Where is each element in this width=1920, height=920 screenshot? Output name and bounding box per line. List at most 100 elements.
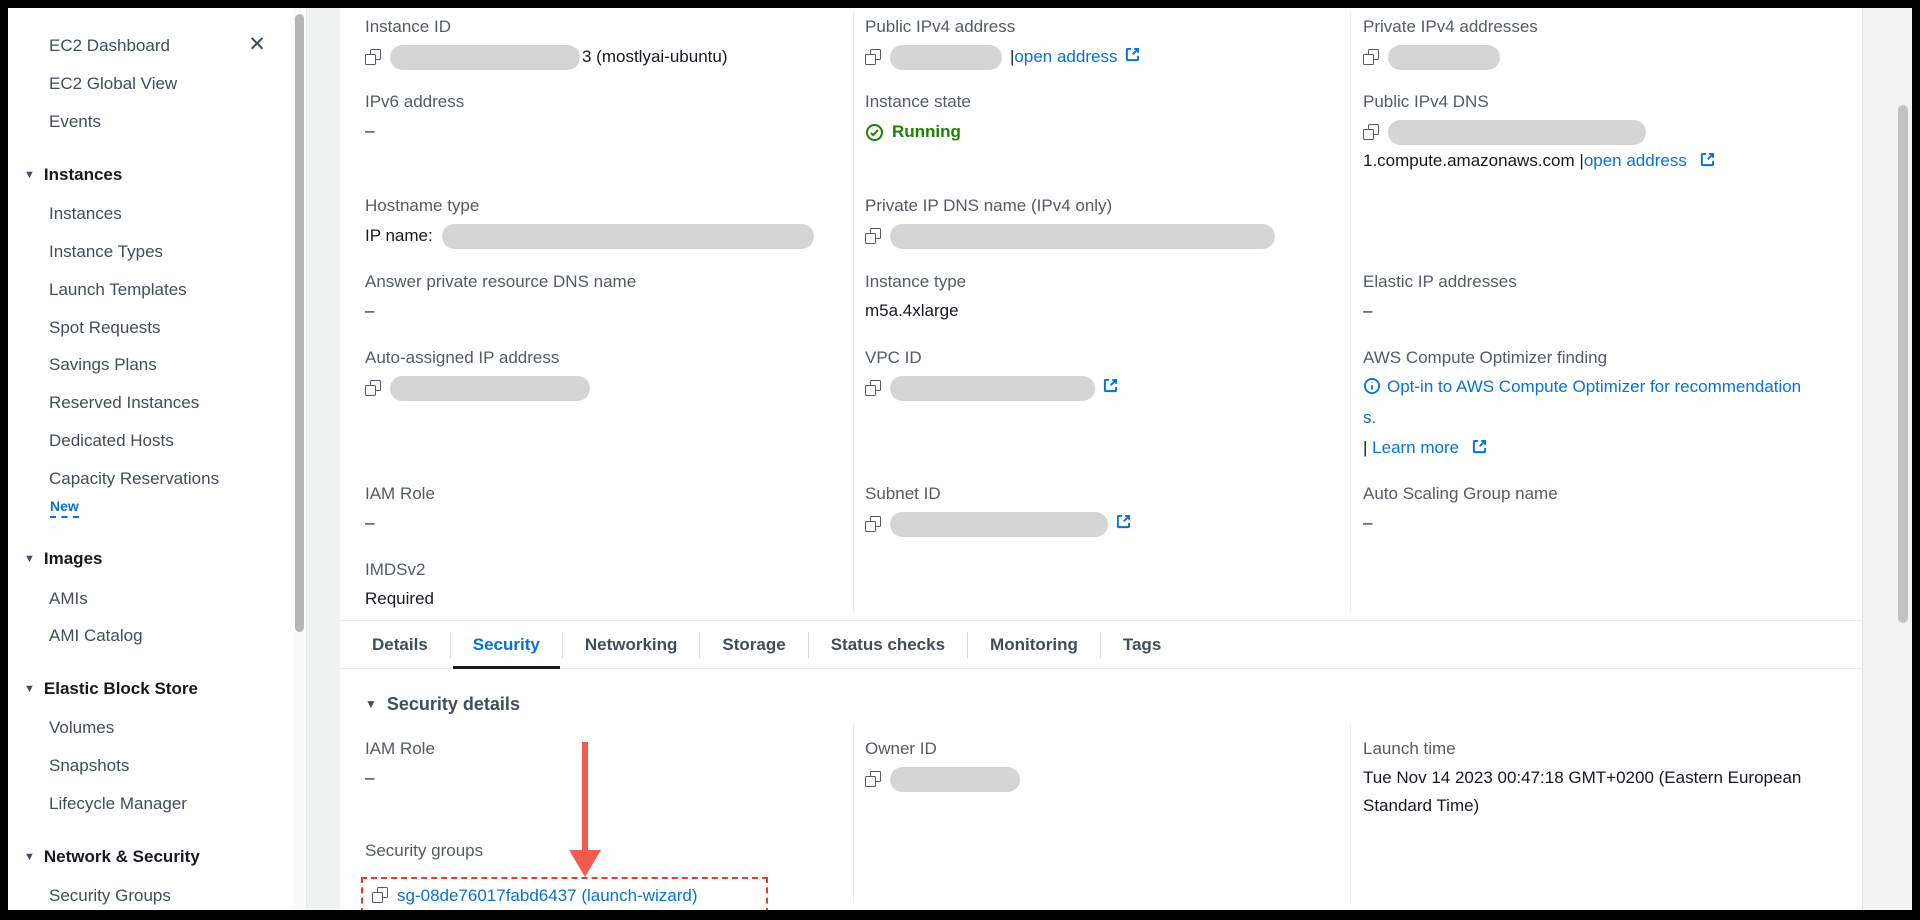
copy-icon[interactable]: [1363, 50, 1378, 65]
sidebar-scrollbar[interactable]: [293, 8, 306, 910]
instance-details-panel: Instance ID 3 (mostlyai-ubuntu) IPv6 add…: [340, 8, 1862, 910]
open-address-link[interactable]: open address: [1584, 151, 1687, 170]
redacted-value: [390, 45, 580, 70]
field-label: IAM Role: [365, 739, 435, 759]
sidebar-item-security-groups[interactable]: Security Groups: [49, 885, 171, 907]
optimizer-link-text[interactable]: Opt-in to AWS Compute Optimizer for reco…: [1387, 377, 1801, 396]
field-public-ipv4-dns: Public IPv4 DNS 1.compute.amazonaws.com …: [1363, 92, 1843, 177]
learn-more-link[interactable]: Learn more: [1372, 438, 1459, 457]
copy-icon[interactable]: [865, 229, 880, 244]
redacted-value: [890, 224, 1275, 249]
sidebar-scrollbar-thumb[interactable]: [295, 14, 304, 632]
sidebar-item-spot-requests[interactable]: Spot Requests: [49, 317, 161, 339]
sidebar-item-snapshots[interactable]: Snapshots: [49, 755, 129, 777]
sidebar-item-instance-types[interactable]: Instance Types: [49, 241, 163, 263]
redacted-value: [1388, 45, 1500, 70]
copy-icon[interactable]: [365, 50, 380, 65]
field-label: Private IPv4 addresses: [1363, 17, 1538, 37]
sidebar-item-launch-templates[interactable]: Launch Templates: [49, 279, 187, 301]
chevron-down-icon: ▼: [24, 164, 35, 186]
redacted-value: [890, 512, 1108, 537]
external-link-icon[interactable]: [1471, 436, 1488, 464]
external-link-icon[interactable]: [1124, 46, 1141, 68]
optimizer-optin-line2[interactable]: s.: [1363, 404, 1843, 432]
copy-icon[interactable]: [1363, 125, 1378, 140]
screenshot-frame: EC2 Dashboard ✕ EC2 Global View Events ▼…: [0, 0, 1920, 920]
field-value: –: [365, 301, 636, 321]
field-label: Instance type: [865, 272, 966, 292]
annotation-arrow-head: [569, 850, 601, 877]
page-scrollbar-thumb[interactable]: [1898, 105, 1908, 623]
instance-state-value: Running: [892, 122, 961, 142]
field-private-ip-dns-name: Private IP DNS name (IPv4 only): [865, 196, 1275, 249]
column-divider: [853, 723, 854, 903]
new-badge[interactable]: New: [50, 498, 79, 518]
annotation-arrow-line: [582, 742, 588, 852]
tab-status-checks[interactable]: Status checks: [809, 621, 967, 668]
copy-icon[interactable]: [365, 381, 380, 396]
sidebar-item-capacity-reservations[interactable]: Capacity Reservations: [49, 468, 219, 490]
sidebar-item-ec2-global-view[interactable]: EC2 Global View: [49, 73, 177, 95]
field-auto-scaling-group-name: Auto Scaling Group name –: [1363, 484, 1558, 533]
sidebar-item-amis[interactable]: AMIs: [49, 588, 88, 610]
field-label: Security groups: [365, 841, 483, 861]
sidebar-section-network-security[interactable]: ▼Network & Security: [24, 846, 200, 868]
security-details-title: Security details: [387, 694, 520, 714]
sidebar-item-volumes[interactable]: Volumes: [49, 717, 114, 739]
sidebar-item-savings-plans[interactable]: Savings Plans: [49, 354, 157, 376]
tab-networking[interactable]: Networking: [563, 621, 700, 668]
sidebar-item-ami-catalog[interactable]: AMI Catalog: [49, 625, 143, 647]
sidebar-section-label: Elastic Block Store: [44, 679, 198, 698]
sidebar-item-ec2-dashboard[interactable]: EC2 Dashboard: [49, 35, 170, 57]
sidebar-item-instances[interactable]: Instances: [49, 203, 122, 225]
console-viewport: EC2 Dashboard ✕ EC2 Global View Events ▼…: [8, 8, 1912, 910]
external-link-icon[interactable]: [1115, 513, 1132, 535]
field-label: IMDSv2: [365, 560, 434, 580]
sidebar-item-reserved-instances[interactable]: Reserved Instances: [49, 392, 199, 414]
copy-icon[interactable]: [372, 888, 387, 903]
sidebar-section-images[interactable]: ▼Images: [24, 548, 102, 570]
open-address-link[interactable]: open address: [1014, 47, 1117, 67]
sidebar-item-lifecycle-manager[interactable]: Lifecycle Manager: [49, 793, 187, 815]
field-label: AWS Compute Optimizer finding: [1363, 348, 1843, 368]
optimizer-link-text[interactable]: s.: [1363, 408, 1376, 427]
sidebar-item-dedicated-hosts[interactable]: Dedicated Hosts: [49, 430, 174, 452]
tab-monitoring[interactable]: Monitoring: [968, 621, 1100, 668]
copy-icon[interactable]: [865, 772, 880, 787]
sidebar-section-elastic-block-store[interactable]: ▼Elastic Block Store: [24, 678, 198, 700]
field-label: Auto Scaling Group name: [1363, 484, 1558, 504]
redacted-value: [390, 376, 590, 401]
copy-icon[interactable]: [865, 381, 880, 396]
tab-tags[interactable]: Tags: [1101, 621, 1183, 668]
field-value-prefix: IP name:: [365, 226, 433, 246]
close-icon[interactable]: ✕: [245, 33, 269, 57]
field-label: Public IPv4 DNS: [1363, 92, 1843, 112]
field-label: Hostname type: [365, 196, 814, 216]
field-imdsv2: IMDSv2 Required: [365, 560, 434, 613]
tab-details[interactable]: Details: [350, 621, 450, 668]
field-instance-id: Instance ID 3 (mostlyai-ubuntu): [365, 17, 728, 70]
page-scrollbar[interactable]: [1862, 8, 1912, 910]
sidebar-item-events[interactable]: Events: [49, 111, 101, 133]
field-label: Owner ID: [865, 739, 1020, 759]
external-link-icon[interactable]: [1102, 377, 1119, 399]
security-group-link[interactable]: sg-08de76017fabd6437 (launch-wizard): [397, 886, 698, 906]
chevron-down-icon: ▼: [24, 548, 35, 570]
external-link-icon[interactable]: [1699, 149, 1716, 177]
field-subnet-id: Subnet ID: [865, 484, 1132, 537]
field-label: VPC ID: [865, 348, 1119, 368]
redacted-value: [442, 224, 814, 249]
sidebar-section-instances[interactable]: ▼Instances: [24, 164, 122, 186]
launch-time-line2: Standard Time): [1363, 792, 1843, 820]
tab-storage[interactable]: Storage: [700, 621, 807, 668]
field-hostname-type: Hostname type IP name:: [365, 196, 814, 249]
ec2-nav-sidebar: EC2 Dashboard ✕ EC2 Global View Events ▼…: [8, 8, 293, 910]
copy-icon[interactable]: [865, 50, 880, 65]
field-ipv6-address: IPv6 address –: [365, 92, 464, 141]
field-label: IPv6 address: [365, 92, 464, 112]
optimizer-optin-line1[interactable]: Opt-in to AWS Compute Optimizer for reco…: [1363, 373, 1843, 404]
security-details-header[interactable]: ▼Security details: [365, 694, 520, 715]
tab-security[interactable]: Security: [451, 621, 562, 668]
redacted-value: [890, 767, 1020, 792]
copy-icon[interactable]: [865, 517, 880, 532]
